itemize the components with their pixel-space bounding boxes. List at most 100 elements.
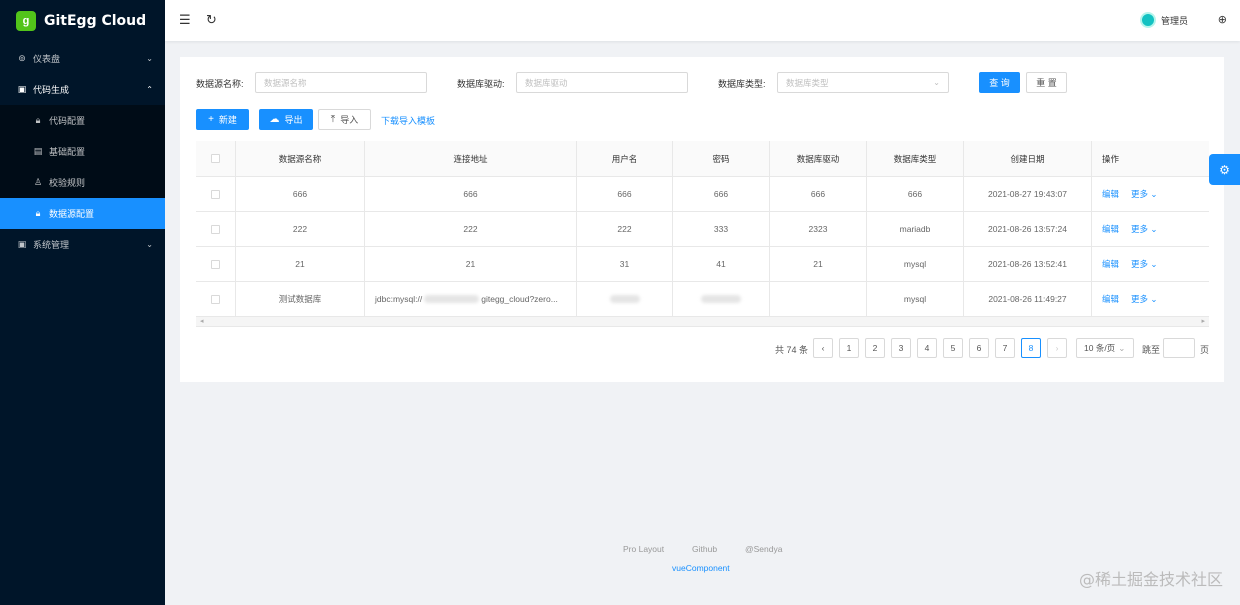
more-label: 更多 — [1131, 224, 1149, 234]
avatar — [1139, 12, 1156, 28]
gear-icon: ⚙ — [1219, 162, 1230, 177]
sidebar-item-datasource-config[interactable]: 🔒︎ 数据源配置 — [0, 198, 165, 229]
chevron-down-icon: ⌄ — [1150, 224, 1158, 234]
lock-icon: 🔒︎ — [35, 208, 41, 218]
sidebar-item-label: 基础配置 — [49, 147, 86, 157]
cell-actions: 编辑 更多 ⌄ — [1092, 177, 1209, 211]
row-select-cell — [196, 247, 236, 281]
row-checkbox[interactable] — [211, 294, 220, 304]
globe-icon[interactable]: ⊕ — [1218, 13, 1227, 26]
driver-label: 数据库驱动: — [457, 79, 505, 89]
footer-link-github[interactable]: Github — [692, 544, 717, 554]
dashboard-icon: ⊚ — [18, 53, 26, 63]
column-header[interactable]: 数据库类型 — [867, 141, 964, 176]
pagination-page[interactable]: 1 — [839, 338, 859, 358]
download-template-link[interactable]: 下载导入模板 — [381, 114, 435, 127]
ds-name-placeholder: 数据源名称 — [264, 77, 307, 88]
jump-input[interactable] — [1163, 338, 1195, 358]
table-row: 21 21 31 41 21 mysql 2021-08-26 13:52:41… — [196, 247, 1209, 282]
sidebar-item-label: 数据源配置 — [49, 209, 95, 219]
db-type-select[interactable]: 数据库类型 ⌄ — [777, 72, 949, 93]
cell-created: 2021-08-26 13:52:41 — [964, 247, 1092, 281]
footer-vue-link[interactable]: vueComponent — [672, 563, 730, 573]
more-dropdown[interactable]: 更多 ⌄ — [1131, 258, 1158, 270]
pagination-page[interactable]: 4 — [917, 338, 937, 358]
cell-url: 21 — [365, 247, 577, 281]
pagination-page[interactable]: 7 — [995, 338, 1015, 358]
pagination-page[interactable]: 5 — [943, 338, 963, 358]
user-menu[interactable]: 管理员 — [1139, 12, 1188, 28]
sidebar-item-codegen[interactable]: ▣ 代码生成 ⌃ — [0, 74, 165, 105]
pagination-page[interactable]: 6 — [969, 338, 989, 358]
row-checkbox[interactable] — [211, 259, 220, 269]
settings-drawer-button[interactable]: ⚙ — [1209, 154, 1240, 185]
menu-fold-icon[interactable]: ☰ — [179, 12, 191, 28]
cell-user — [577, 282, 673, 316]
cell-actions: 编辑 更多 ⌄ — [1092, 247, 1209, 281]
cell-created: 2021-08-26 13:57:24 — [964, 212, 1092, 246]
pagination-page[interactable]: 3 — [891, 338, 911, 358]
column-header[interactable]: 数据库驱动 — [770, 141, 867, 176]
ds-name-input[interactable]: 数据源名称 — [255, 72, 427, 93]
ds-name-label: 数据源名称: — [196, 79, 244, 89]
select-all-checkbox[interactable] — [211, 154, 220, 163]
more-label: 更多 — [1131, 189, 1149, 199]
chevron-down-icon: ⌄ — [146, 240, 153, 249]
file-icon: ▤ — [33, 146, 43, 156]
sidebar-item-validation-rules[interactable]: ♙ 校验规则 — [0, 167, 165, 198]
more-dropdown[interactable]: 更多 ⌄ — [1131, 223, 1158, 235]
more-dropdown[interactable]: 更多 ⌄ — [1131, 188, 1158, 200]
row-checkbox[interactable] — [211, 224, 220, 234]
sidebar-item-code-config[interactable]: 🔒︎ 代码配置 — [0, 105, 165, 136]
sidebar-item-base-config[interactable]: ▤ 基础配置 — [0, 136, 165, 167]
row-select-cell — [196, 282, 236, 316]
chevron-down-icon: ⌄ — [1150, 189, 1158, 199]
footer-link-sendya[interactable]: @Sendya — [745, 544, 782, 554]
sidebar-item-system-management[interactable]: ▣ 系统管理 ⌄ — [0, 229, 165, 260]
column-header[interactable]: 创建日期 — [964, 141, 1092, 176]
edit-link[interactable]: 编辑 — [1102, 258, 1119, 270]
pagination-page-current[interactable]: 8 — [1021, 338, 1041, 358]
row-select-cell — [196, 177, 236, 211]
more-dropdown[interactable]: 更多 ⌄ — [1131, 293, 1158, 305]
pagination-page[interactable]: 2 — [865, 338, 885, 358]
driver-input[interactable]: 数据库驱动 — [516, 72, 688, 93]
footer-link-prolayout[interactable]: Pro Layout — [623, 544, 664, 554]
row-checkbox[interactable] — [211, 189, 220, 199]
pagination-prev[interactable]: ‹ — [813, 338, 833, 358]
db-type-label: 数据库类型: — [718, 79, 766, 89]
cell-url: 222 — [365, 212, 577, 246]
edit-link[interactable]: 编辑 — [1102, 223, 1119, 235]
column-header[interactable]: 用户名 — [577, 141, 673, 176]
edit-link[interactable]: 编辑 — [1102, 188, 1119, 200]
brand[interactable]: g GitEgg Cloud — [0, 0, 165, 42]
column-header[interactable]: 连接地址 — [365, 141, 577, 176]
export-button[interactable]: ☁ 导出 — [259, 109, 313, 130]
column-header[interactable]: 数据源名称 — [236, 141, 365, 176]
edit-link[interactable]: 编辑 — [1102, 293, 1119, 305]
reset-button[interactable]: 重 置 — [1026, 72, 1067, 93]
new-button[interactable]: + 新建 — [196, 109, 249, 130]
table-row: 测试数据库 jdbc:mysql:// gitegg_cloud?zero...… — [196, 282, 1209, 317]
user-name: 管理员 — [1160, 15, 1188, 26]
page-size-select[interactable]: 10 条/页 ⌄ — [1076, 338, 1134, 358]
more-label: 更多 — [1131, 259, 1149, 269]
driver-placeholder: 数据库驱动 — [525, 77, 568, 88]
pagination-next[interactable]: › — [1047, 338, 1067, 358]
chevron-down-icon: ⌄ — [1150, 259, 1158, 269]
refresh-icon[interactable]: ↻ — [206, 12, 217, 28]
import-button[interactable]: ⤒ 导入 — [318, 109, 371, 130]
sidebar-item-dashboard[interactable]: ⊚ 仪表盘 ⌄ — [0, 43, 165, 74]
footer-links: Pro Layout Github @Sendya — [0, 544, 1240, 556]
sidebar-item-label: 代码生成 — [33, 85, 70, 95]
query-button[interactable]: 查 询 — [979, 72, 1020, 93]
cell-password: 666 — [673, 177, 770, 211]
scroll-left-icon[interactable]: ◂ — [200, 317, 204, 325]
cell-type: mysql — [867, 282, 964, 316]
table-horizontal-scrollbar[interactable]: ◂ ▸ — [196, 317, 1209, 327]
cell-name: 测试数据库 — [236, 282, 365, 316]
cell-created: 2021-08-27 19:43:07 — [964, 177, 1092, 211]
scroll-right-icon[interactable]: ▸ — [1201, 317, 1205, 325]
cell-name: 666 — [236, 177, 365, 211]
column-header[interactable]: 密码 — [673, 141, 770, 176]
